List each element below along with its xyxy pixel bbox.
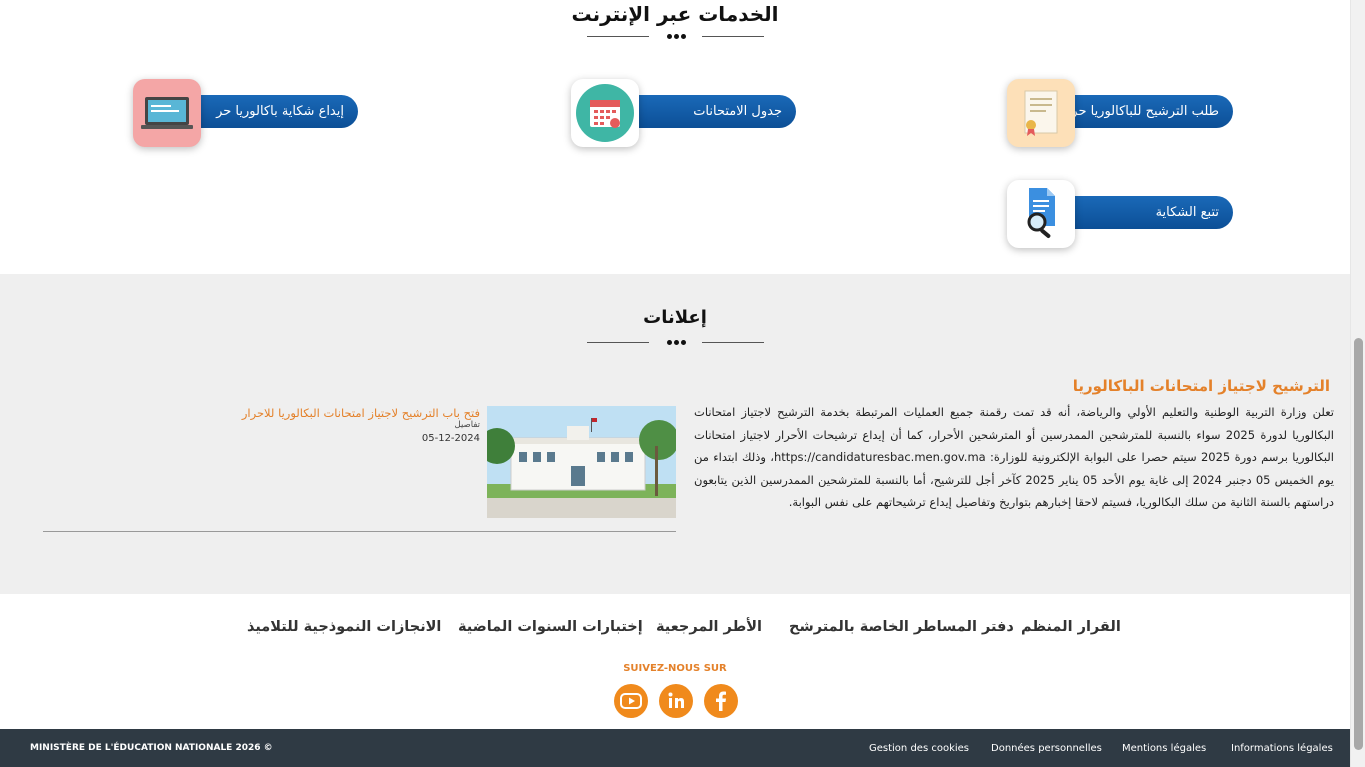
follow-us-label: SUIVEZ-NOUS SUR xyxy=(623,663,727,674)
announcements-section: إعلانات الترشيح لاجتياز امتحانات الباكال… xyxy=(0,274,1350,594)
linkedin-icon[interactable] xyxy=(659,684,693,718)
announcements-title: إعلانات xyxy=(643,307,707,328)
footer-links-section: القرار المنظم دفتر المساطر الخاصة بالمتر… xyxy=(0,594,1350,729)
title-decoration xyxy=(587,338,764,348)
footer-link-regulation[interactable]: القرار المنظم xyxy=(1021,619,1121,635)
news-details-link[interactable]: تفاصيل xyxy=(455,420,480,430)
page-scrollbar[interactable] xyxy=(1350,0,1365,767)
copyright: MINISTÈRE DE L'ÉDUCATION NATIONALE 2026 … xyxy=(30,743,273,753)
bottom-bar: MINISTÈRE DE L'ÉDUCATION NATIONALE 2026 … xyxy=(0,729,1350,767)
footer-link-procedures[interactable]: دفتر المساطر الخاصة بالمترشح xyxy=(789,619,1014,635)
link-cookie-management[interactable]: Gestion des cookies xyxy=(869,743,969,754)
footer-link-past-exams[interactable]: إختبارات السنوات الماضية xyxy=(458,619,643,635)
service-candidacy-label[interactable]: طلب الترشيح للباكالوريا حر xyxy=(1067,95,1233,128)
laptop-icon xyxy=(133,79,201,147)
services-title: الخدمات عبر الإنترنت xyxy=(571,2,779,26)
facebook-icon[interactable] xyxy=(704,684,738,718)
news-item[interactable]: فتح باب الترشيح لاجتياز امتحانات البكالو… xyxy=(43,406,676,532)
youtube-icon[interactable] xyxy=(614,684,648,718)
link-personal-data[interactable]: Données personnelles xyxy=(991,743,1102,754)
link-legal-mentions[interactable]: Mentions légales xyxy=(1122,743,1206,754)
service-track-complaint-label[interactable]: تتبع الشكاية xyxy=(1067,196,1233,229)
document-search-icon xyxy=(1007,180,1075,248)
online-services-section: الخدمات عبر الإنترنت إيداع شكاية باكالور… xyxy=(0,0,1350,274)
calendar-icon xyxy=(571,79,639,147)
link-legal-information[interactable]: Informations légales xyxy=(1231,743,1333,754)
news-image[interactable] xyxy=(487,406,676,518)
service-exam-schedule[interactable]: جدول الامتحانات xyxy=(571,79,796,151)
footer-link-frameworks[interactable]: الأطر المرجعية xyxy=(656,619,762,635)
footer-link-model-answers[interactable]: الانجازات النموذجية للتلاميذ xyxy=(247,619,441,635)
scrollbar-thumb[interactable] xyxy=(1354,338,1363,750)
service-exam-schedule-label[interactable]: جدول الامتحانات xyxy=(631,95,796,128)
service-track-complaint[interactable]: تتبع الشكاية xyxy=(1007,180,1233,252)
service-complaint-label[interactable]: إيداع شكاية باكالوريا حر xyxy=(193,95,358,128)
service-candidacy[interactable]: طلب الترشيح للباكالوريا حر xyxy=(1007,79,1233,151)
announcement-body: تعلن وزارة التربية الوطنية والتعليم الأو… xyxy=(694,405,1335,509)
title-decoration xyxy=(587,32,764,42)
news-title[interactable]: فتح باب الترشيح لاجتياز امتحانات البكالو… xyxy=(242,406,480,420)
certificate-icon xyxy=(1007,79,1075,147)
service-complaint[interactable]: إيداع شكاية باكالوريا حر xyxy=(133,79,358,151)
announcement-heading[interactable]: الترشيح لاجتياز امتحانات الباكالوريا xyxy=(1073,377,1330,395)
news-date: 05-12-2024 xyxy=(421,433,480,444)
